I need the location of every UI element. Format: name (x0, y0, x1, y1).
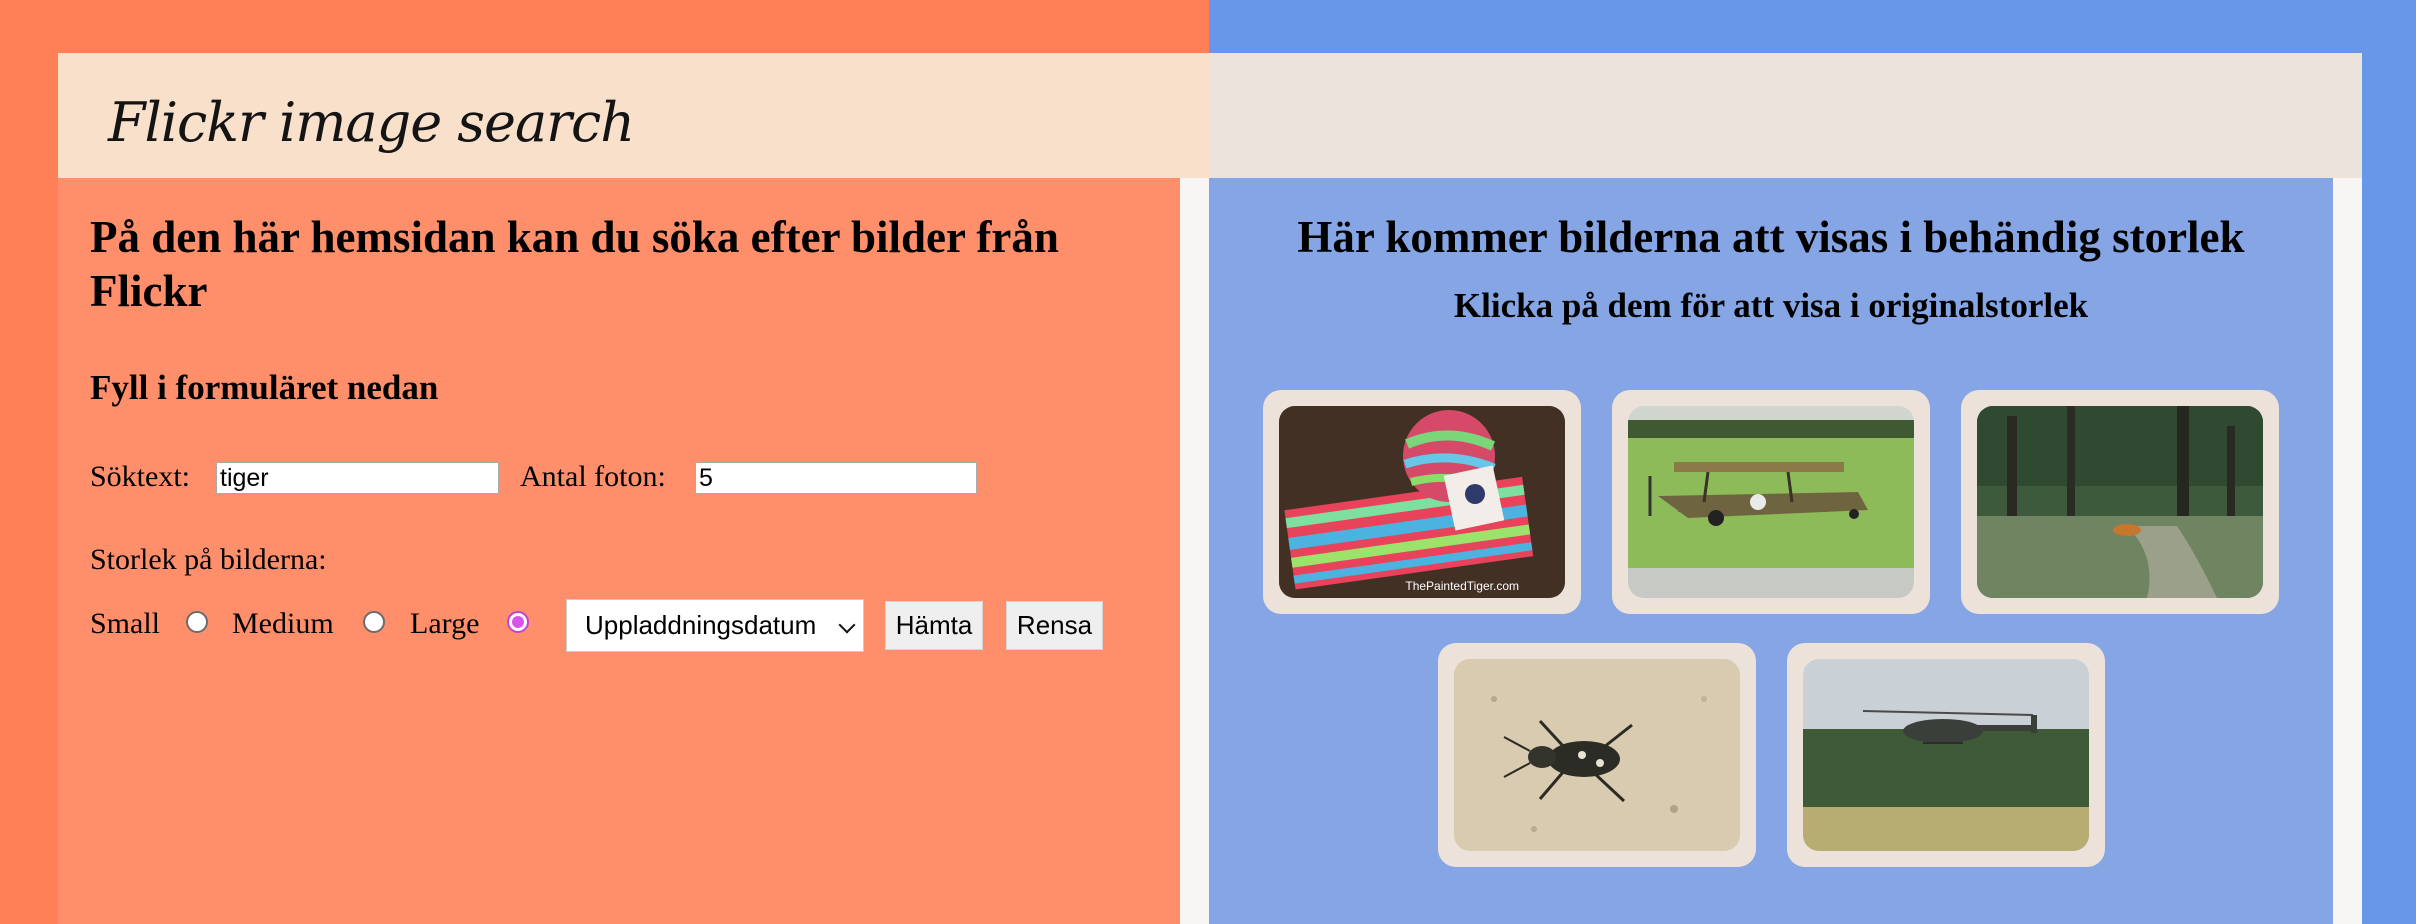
results-subheading: Klicka på dem för att visa i originalsto… (1453, 286, 2089, 325)
photo-thumbnail-biplane[interactable] (1628, 406, 1914, 598)
sort-order-select[interactable]: Uppladdningsdatum (566, 599, 864, 652)
search-text-label: Söktext: (90, 460, 191, 493)
photo-count-input[interactable]: 5 (695, 462, 977, 494)
photo-thumbnail-forest[interactable] (1977, 406, 2263, 598)
clear-button[interactable]: Rensa (1006, 601, 1103, 650)
photo-watermark: ThePaintedTiger.com (1405, 579, 1519, 593)
search-panel: På den här hemsidan kan du söka efter bi… (58, 178, 1180, 924)
site-title: Flickr image search (108, 91, 635, 154)
photo-thumbnail-beetle[interactable] (1454, 659, 1740, 851)
photo-card[interactable]: ThePaintedTiger.com (1263, 390, 1581, 614)
size-large-label: Large (410, 607, 480, 640)
fetch-button[interactable]: Hämta (885, 601, 983, 650)
chevron-down-icon (838, 616, 856, 634)
form-heading: Fyll i formuläret nedan (90, 368, 439, 407)
results-heading: Här kommer bilderna att visas i behändig… (1297, 212, 2245, 262)
intro-heading: På den här hemsidan kan du söka efter bi… (90, 212, 1059, 316)
photo-card[interactable] (1787, 643, 2105, 867)
search-input[interactable]: tiger (216, 462, 499, 494)
photo-thumbnail-helicopter[interactable] (1803, 659, 2089, 851)
photo-card[interactable] (1961, 390, 2279, 614)
size-label: Storlek på bilderna: (90, 543, 327, 576)
panel-divider (1180, 178, 1209, 924)
photo-card[interactable] (1438, 643, 1756, 867)
sort-order-value: Uppladdningsdatum (585, 610, 817, 640)
size-small-radio[interactable] (186, 611, 208, 633)
site-header: Flickr image search (58, 53, 2362, 178)
photo-count-label: Antal foton: (520, 460, 666, 493)
size-large-radio[interactable] (507, 611, 529, 633)
size-medium-label: Medium (232, 607, 334, 640)
photo-card[interactable] (1612, 390, 1930, 614)
photo-thumbnail-sock[interactable]: ThePaintedTiger.com (1279, 406, 1565, 598)
size-medium-radio[interactable] (363, 611, 385, 633)
size-small-label: Small (90, 607, 161, 640)
right-edge-strip (2333, 178, 2362, 924)
results-panel: Här kommer bilderna att visas i behändig… (1209, 178, 2333, 924)
